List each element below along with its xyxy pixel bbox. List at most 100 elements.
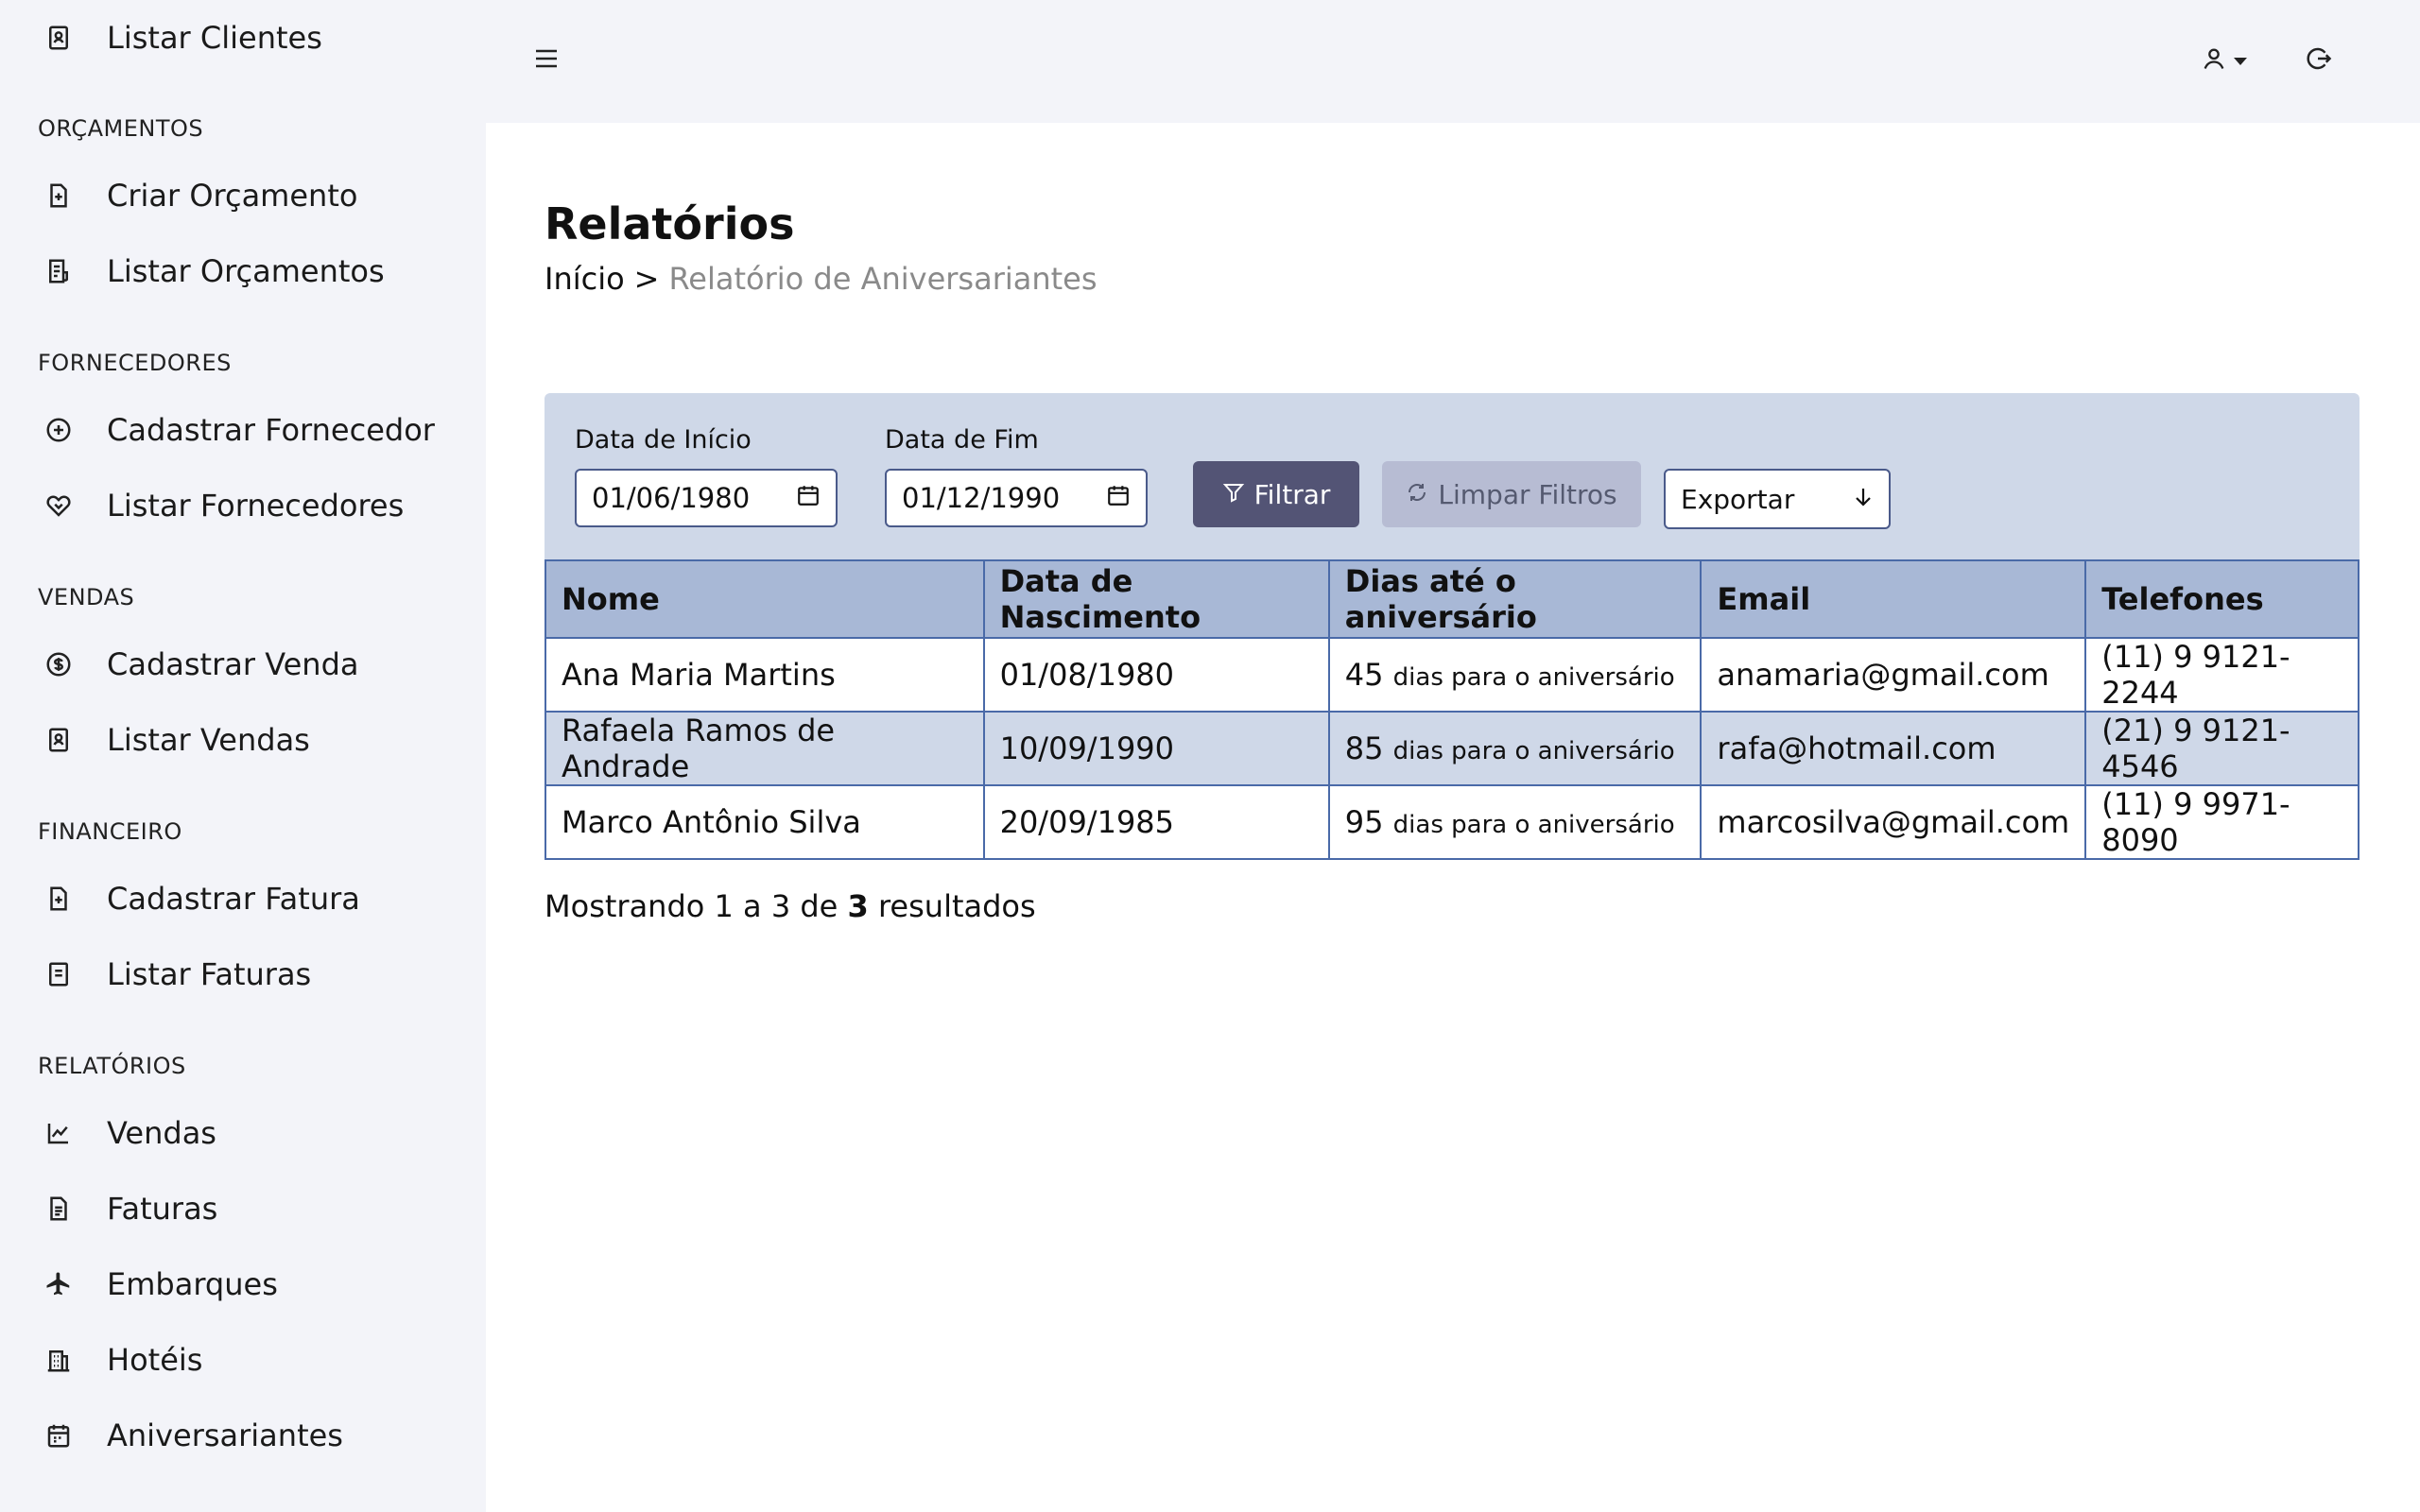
filter-button-label: Filtrar xyxy=(1253,478,1331,510)
page-title: Relatórios xyxy=(544,198,795,249)
breadcrumb-separator: > xyxy=(633,261,660,297)
column-header-dias-aniversario[interactable]: Dias até o aniversário xyxy=(1327,559,1703,639)
results-summary: Mostrando 1 a 3 de 3 resultados xyxy=(544,888,1036,924)
cell-email: anamaria@gmail.com xyxy=(1700,637,2087,713)
line-chart-icon xyxy=(38,1112,79,1154)
days-text: dias para o aniversário xyxy=(1392,811,1675,839)
logout-button[interactable] xyxy=(2299,42,2337,79)
sidebar-item-criar-orcamento[interactable]: Criar Orçamento xyxy=(38,167,454,224)
refresh-icon xyxy=(1406,479,1428,510)
table-row: Ana Maria Martins 01/08/1980 45 dias par… xyxy=(544,637,2360,713)
user-menu-button[interactable] xyxy=(2201,42,2257,79)
menu-toggle-button[interactable] xyxy=(529,43,563,77)
days-count: 45 xyxy=(1344,657,1384,693)
cell-birth-date: 01/08/1980 xyxy=(982,637,1330,713)
cell-name: Ana Maria Martins xyxy=(544,637,985,713)
cell-phone: (11) 9 9971-8090 xyxy=(2084,784,2360,860)
file-plus-icon xyxy=(38,175,79,216)
hamburger-icon xyxy=(534,48,559,73)
logout-icon xyxy=(2304,44,2332,77)
contact-book-icon xyxy=(38,17,79,59)
breadcrumb-current: Relatório de Aniversariantes xyxy=(668,261,1098,297)
calendar-icon xyxy=(38,1415,79,1456)
column-header-telefones[interactable]: Telefones xyxy=(2084,559,2360,639)
plus-circle-icon xyxy=(38,409,79,451)
cell-phone: (11) 9 9121-2244 xyxy=(2084,637,2360,713)
sidebar-item-listar-orcamentos[interactable]: Listar Orçamentos xyxy=(38,243,454,300)
days-count: 95 xyxy=(1344,804,1384,840)
column-header-email[interactable]: Email xyxy=(1700,559,2087,639)
calendar-icon[interactable] xyxy=(796,482,821,514)
start-date-value: 01/06/1980 xyxy=(592,482,751,514)
clear-filters-label: Limpar Filtros xyxy=(1438,478,1617,510)
sidebar-item-cadastrar-fatura[interactable]: Cadastrar Fatura xyxy=(38,870,454,927)
sidebar-item-listar-fornecedores[interactable]: Listar Fornecedores xyxy=(38,477,454,534)
cell-birth-date: 10/09/1990 xyxy=(982,711,1330,786)
sidebar-section-orcamentos: ORÇAMENTOS xyxy=(38,115,204,142)
cell-days: 45 dias para o aniversário xyxy=(1327,637,1703,713)
end-date-input[interactable]: 01/12/1990 xyxy=(885,469,1148,527)
sidebar-item-cadastrar-venda[interactable]: Cadastrar Venda xyxy=(38,636,454,693)
results-total: 3 xyxy=(847,888,869,924)
handshake-heart-icon xyxy=(38,485,79,526)
column-header-nome[interactable]: Nome xyxy=(544,559,985,639)
sidebar-section-fornecedores: FORNECEDORES xyxy=(38,350,232,376)
sidebar-item-rel-aniversariantes[interactable]: Aniversariantes xyxy=(38,1407,454,1464)
sidebar-item-rel-hoteis[interactable]: Hotéis xyxy=(38,1332,454,1388)
calendar-icon[interactable] xyxy=(1106,482,1131,514)
table-header-row: Nome Data de Nascimento Dias até o anive… xyxy=(544,559,2360,639)
cell-phone: (21) 9 9121-4546 xyxy=(2084,711,2360,786)
file-plus-icon xyxy=(38,878,79,919)
end-date-value: 01/12/1990 xyxy=(902,482,1061,514)
filter-icon xyxy=(1222,479,1245,510)
money-circle-icon xyxy=(38,644,79,685)
caret-down-icon xyxy=(2233,52,2248,70)
sidebar-item-listar-vendas[interactable]: Listar Vendas xyxy=(38,712,454,768)
document-icon xyxy=(38,954,79,995)
export-select-value: Exportar xyxy=(1681,483,1795,515)
sidebar-item-cadastrar-fornecedor[interactable]: Cadastrar Fornecedor xyxy=(38,402,454,458)
filter-panel: Data de Início 01/06/1980 Data de Fim 01… xyxy=(544,393,2360,559)
days-count: 85 xyxy=(1344,730,1384,766)
arrow-down-icon xyxy=(1853,484,1874,515)
file-list-icon xyxy=(38,250,79,292)
birthday-report-table: Nome Data de Nascimento Dias até o anive… xyxy=(544,559,2360,860)
results-suffix: resultados xyxy=(877,888,1036,924)
table-row: Marco Antônio Silva 20/09/1985 95 dias p… xyxy=(544,784,2360,860)
filter-button[interactable]: Filtrar xyxy=(1193,461,1359,527)
days-text: dias para o aniversário xyxy=(1392,737,1675,765)
results-prefix: Mostrando 1 a 3 de xyxy=(544,888,838,924)
cell-email: marcosilva@gmail.com xyxy=(1700,784,2087,860)
sidebar-section-relatorios: RELATÓRIOS xyxy=(38,1053,186,1079)
cell-birth-date: 20/09/1985 xyxy=(982,784,1330,860)
top-bar xyxy=(486,0,2420,123)
cell-days: 85 dias para o aniversário xyxy=(1327,711,1703,786)
cell-name: Marco Antônio Silva xyxy=(544,784,985,860)
sidebar-item-listar-faturas[interactable]: Listar Faturas xyxy=(38,946,454,1003)
end-date-label: Data de Fim xyxy=(885,425,1039,455)
start-date-input[interactable]: 01/06/1980 xyxy=(575,469,838,527)
column-header-data-nascimento[interactable]: Data de Nascimento xyxy=(982,559,1330,639)
cell-name: Rafaela Ramos de Andrade xyxy=(544,711,985,786)
sidebar-item-rel-faturas[interactable]: Faturas xyxy=(38,1180,454,1237)
sidebar-item-listar-clientes[interactable]: Listar Clientes xyxy=(38,9,454,66)
cell-days: 95 dias para o aniversário xyxy=(1327,784,1703,860)
building-icon xyxy=(38,1339,79,1381)
clear-filters-button[interactable]: Limpar Filtros xyxy=(1382,461,1641,527)
sidebar-item-rel-vendas[interactable]: Vendas xyxy=(38,1105,454,1161)
breadcrumb-home-link[interactable]: Início xyxy=(544,261,625,297)
sidebar: Listar Clientes ORÇAMENTOS Criar Orçamen… xyxy=(0,0,486,1512)
sidebar-section-financeiro: FINANCEIRO xyxy=(38,818,182,845)
sidebar-item-rel-embarques[interactable]: Embarques xyxy=(38,1256,454,1313)
sidebar-section-vendas: VENDAS xyxy=(38,584,135,610)
cell-email: rafa@hotmail.com xyxy=(1700,711,2087,786)
export-select[interactable]: Exportar xyxy=(1664,469,1891,529)
table-row: Rafaela Ramos de Andrade 10/09/1990 85 d… xyxy=(544,711,2360,786)
start-date-label: Data de Início xyxy=(575,425,752,455)
airplane-icon xyxy=(38,1263,79,1305)
user-icon xyxy=(2201,44,2227,77)
days-text: dias para o aniversário xyxy=(1392,663,1675,692)
contact-book-icon xyxy=(38,719,79,761)
breadcrumb: Início > Relatório de Aniversariantes xyxy=(544,261,1098,297)
file-text-icon xyxy=(38,1188,79,1229)
